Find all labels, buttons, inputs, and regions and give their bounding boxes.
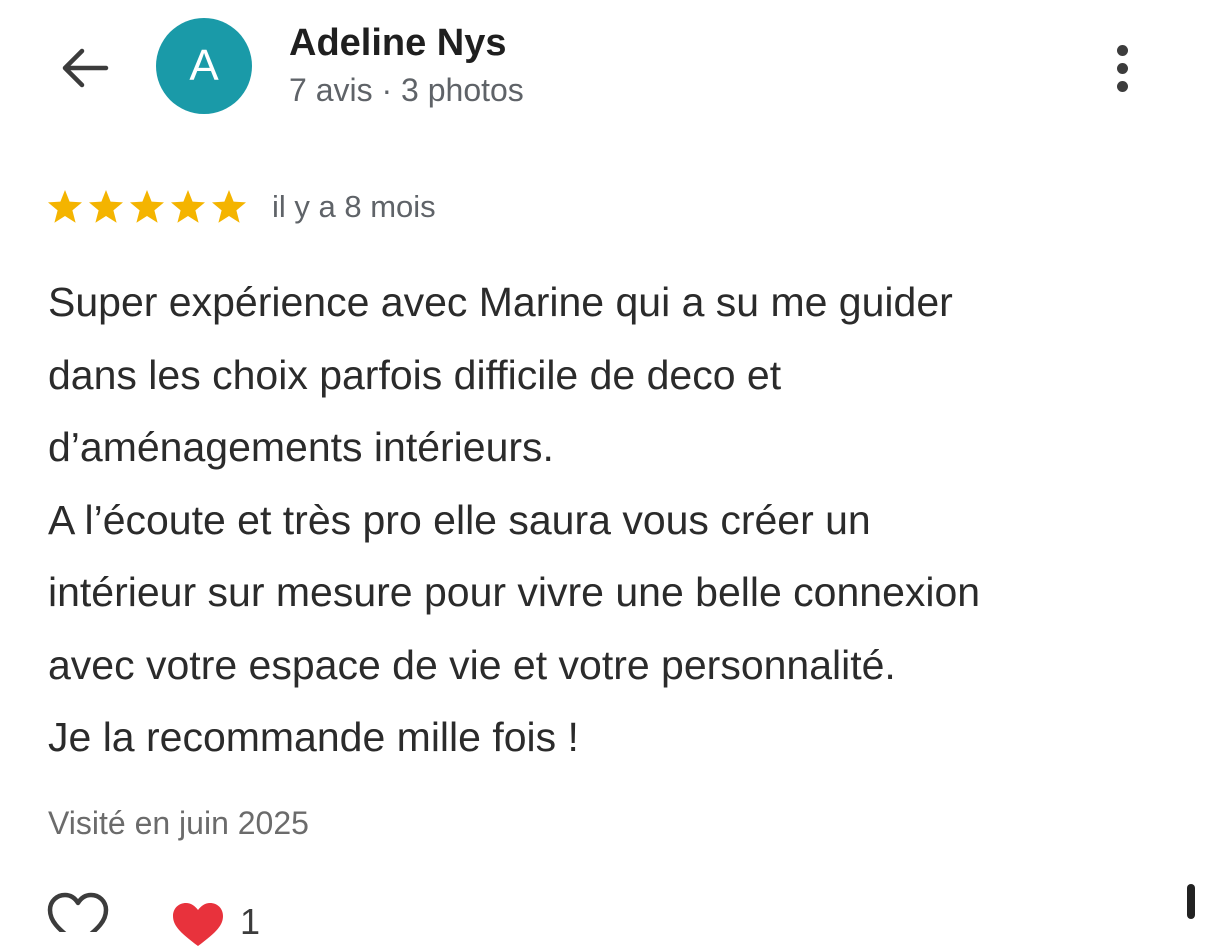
review-actions: 1 bbox=[46, 892, 260, 948]
reaction-count: 1 bbox=[240, 901, 261, 942]
more-vertical-icon bbox=[1116, 44, 1128, 56]
star-icon bbox=[171, 190, 205, 223]
review-text-line: Super expérience avec Marine qui a su me… bbox=[48, 279, 953, 325]
red-heart-icon bbox=[173, 903, 223, 946]
star-icon bbox=[130, 190, 164, 223]
like-button[interactable] bbox=[46, 892, 110, 932]
review-text-line: dans les choix parfois difficile de deco… bbox=[48, 351, 782, 398]
review-text-line: A l’écoute et très pro elle saura vous c… bbox=[48, 496, 871, 543]
reviewer-name[interactable]: Adeline Nys bbox=[289, 20, 507, 66]
star-icon bbox=[48, 190, 82, 223]
avatar[interactable]: A bbox=[156, 18, 252, 114]
heart-outline-icon bbox=[47, 892, 109, 932]
review-text: Super expérience avec Marine qui a su me… bbox=[48, 266, 1168, 774]
more-vertical-icon-dot bbox=[1116, 80, 1128, 92]
visited-date: Visité en juin 2025 bbox=[48, 805, 309, 841]
more-vertical-icon-dot bbox=[1116, 62, 1128, 74]
review-text-line: d’aménagements intérieurs. bbox=[48, 424, 554, 470]
star-rating bbox=[46, 188, 248, 226]
more-options-button[interactable] bbox=[1098, 38, 1146, 98]
reaction-button[interactable]: 1 bbox=[170, 892, 260, 948]
scrollbar[interactable] bbox=[1187, 884, 1195, 919]
reviewer-stats: 7 avis · 3 photos bbox=[289, 72, 524, 108]
rating-row: il y a 8 mois bbox=[46, 184, 436, 230]
review-text-line: avec votre espace de vie et votre person… bbox=[48, 641, 896, 688]
star-icon bbox=[89, 190, 123, 223]
avatar-letter: A bbox=[189, 41, 219, 90]
star-icon bbox=[212, 190, 246, 223]
review-time-ago: il y a 8 mois bbox=[272, 189, 436, 224]
back-button[interactable] bbox=[52, 40, 116, 96]
review-text-line: intérieur sur mesure pour vivre une bell… bbox=[48, 569, 981, 615]
review-text-line: Je la recommande mille fois ! bbox=[48, 714, 579, 760]
arrow-left-icon bbox=[62, 48, 109, 88]
